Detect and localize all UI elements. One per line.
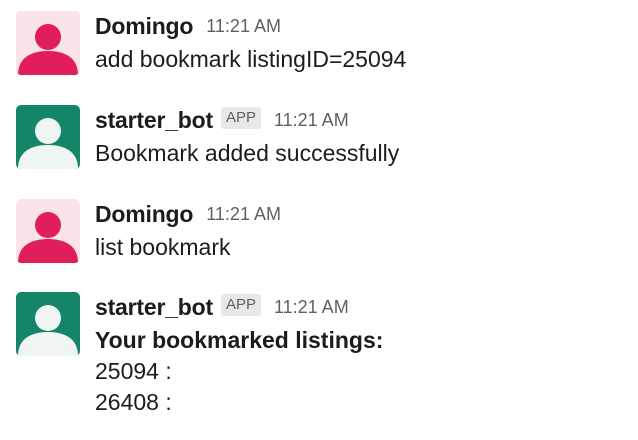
app-badge: APP [220, 294, 261, 316]
user-avatar-icon [16, 199, 80, 263]
sender-name[interactable]: Domingo [95, 13, 193, 40]
app-badge: APP [220, 107, 261, 129]
sender-name[interactable]: Domingo [95, 201, 193, 228]
timestamp[interactable]: 11:21 AM [206, 204, 281, 225]
sender-name[interactable]: starter_bot [95, 294, 213, 321]
message-text: add bookmark listingID=25094 [95, 46, 407, 72]
bot-avatar-icon [16, 292, 80, 356]
bookmark-entry: 25094 : [95, 358, 172, 384]
user-avatar-icon [16, 11, 80, 75]
avatar[interactable] [16, 292, 80, 356]
message-text: Bookmark added successfully [95, 140, 400, 166]
timestamp[interactable]: 11:21 AM [206, 16, 281, 37]
message-text: list bookmark [95, 234, 231, 260]
message-feed: Domingo 11:21 AM add bookmark listingID=… [0, 0, 638, 440]
avatar[interactable] [16, 199, 80, 263]
avatar[interactable] [16, 11, 80, 75]
message-heading: Your bookmarked listings: [95, 327, 384, 353]
sender-name[interactable]: starter_bot [95, 107, 213, 134]
bot-avatar-icon [16, 105, 80, 169]
bookmark-entry: 26408 : [95, 389, 172, 415]
avatar[interactable] [16, 105, 80, 169]
timestamp[interactable]: 11:21 AM [274, 110, 349, 131]
timestamp[interactable]: 11:21 AM [274, 297, 349, 318]
